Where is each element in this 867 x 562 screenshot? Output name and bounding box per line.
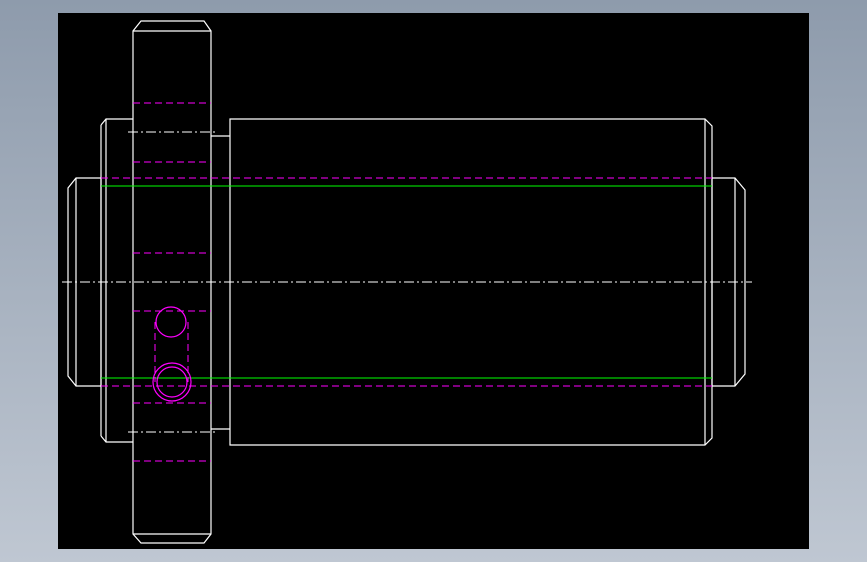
- drawing-sheet: [58, 13, 809, 549]
- cad-viewport[interactable]: [0, 0, 867, 562]
- cad-drawing-canvas[interactable]: [0, 0, 867, 562]
